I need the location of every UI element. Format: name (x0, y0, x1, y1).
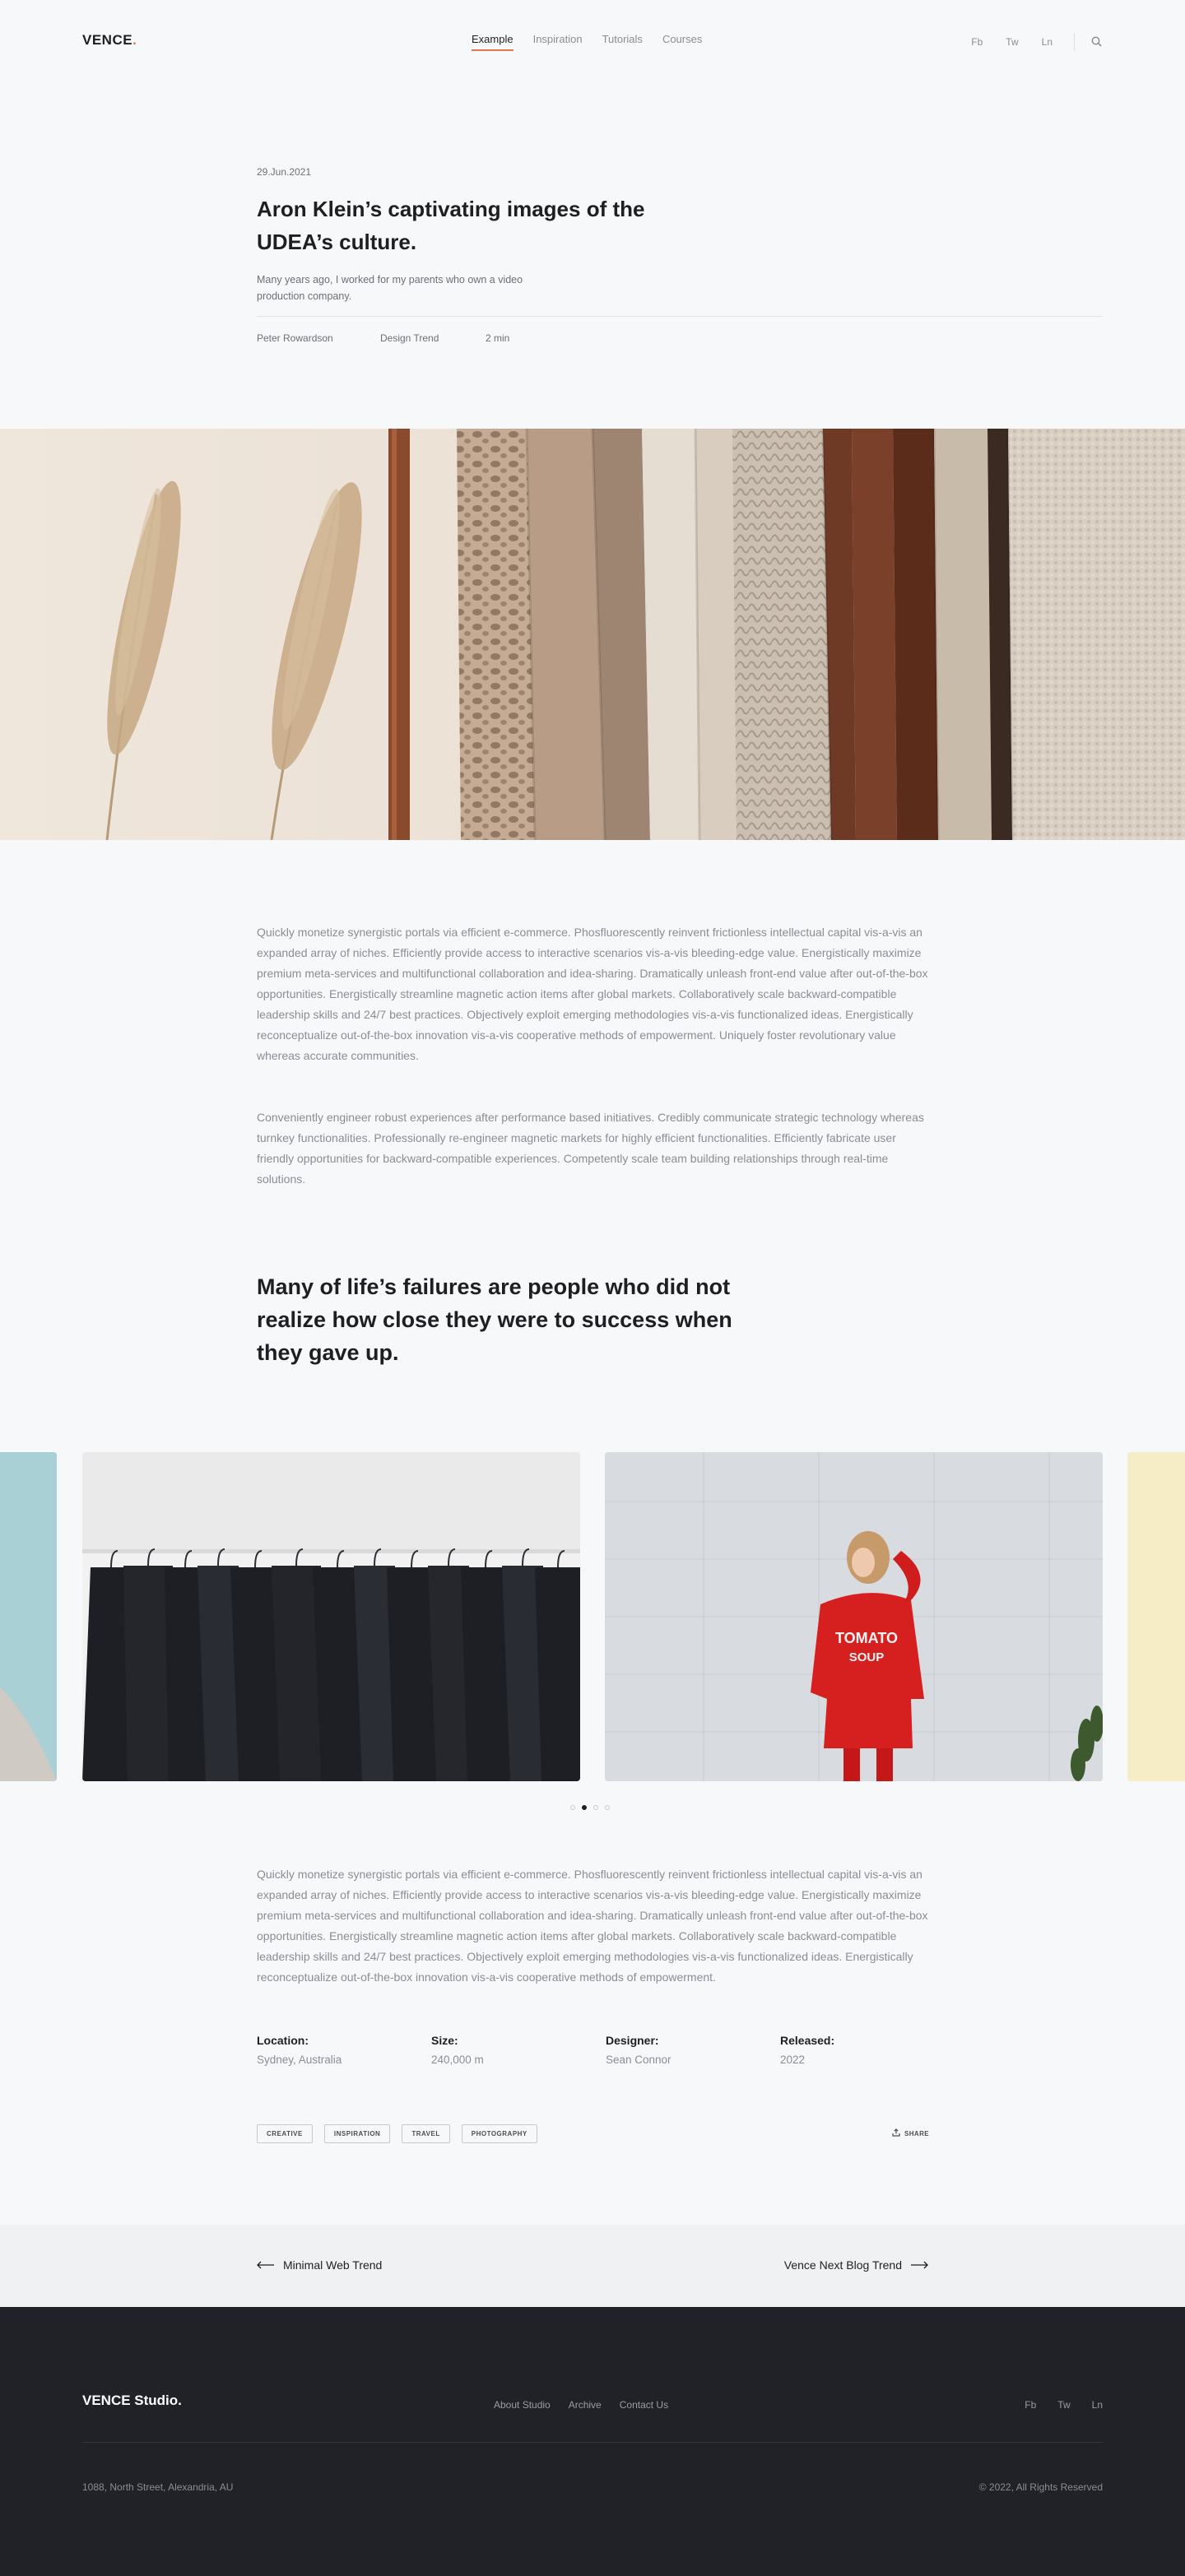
arrow-left-icon (257, 2258, 275, 2272)
footer-address: 1088, North Street, Alexandria, AU (82, 2481, 234, 2493)
info-released: Released: 2022 (780, 2034, 835, 2066)
nav-item-courses[interactable]: Courses (662, 33, 702, 45)
prev-post-title: Minimal Web Trend (283, 2258, 383, 2272)
gallery-slide-partial-right[interactable] (1127, 1452, 1185, 1781)
footer-divider (82, 2442, 1103, 2443)
tag-list: CREATIVE INSPIRATION TRAVEL PHOTOGRAPHY (257, 2124, 537, 2143)
search-icon[interactable] (1091, 36, 1103, 48)
info-designer: Designer: Sean Connor (606, 2034, 672, 2066)
gallery-slide-hangers[interactable] (82, 1452, 580, 1781)
tag-travel[interactable]: TRAVEL (402, 2124, 450, 2143)
main-nav: Example Inspiration Tutorials Courses (472, 33, 702, 51)
social-link-ln[interactable]: Ln (1042, 36, 1053, 48)
meta-divider (257, 316, 1103, 317)
footer-social-ln[interactable]: Ln (1092, 2399, 1103, 2411)
prev-post-link[interactable]: Minimal Web Trend (257, 2258, 382, 2272)
article-read-time: 2 min (486, 332, 510, 344)
footer-link-archive[interactable]: Archive (569, 2399, 602, 2411)
clothes-rack-illustration (0, 429, 1185, 840)
sweater-print-line1: TOMATO (835, 1630, 898, 1646)
footer-social-tw[interactable]: Tw (1057, 2399, 1070, 2411)
arrow-right-icon (910, 2258, 928, 2272)
image-gallery[interactable]: TOMATO SOUP (0, 1452, 1185, 1781)
nav-item-inspiration[interactable]: Inspiration (533, 33, 583, 45)
footer-copyright: © 2022, All Rights Reserved (978, 2481, 1103, 2493)
site-header: VENCE. Example Inspiration Tutorials Cou… (0, 0, 1185, 81)
post-navigation: Minimal Web Trend Vence Next Blog Trend (0, 2225, 1185, 2307)
article-paragraph: Conveniently engineer robust experiences… (257, 1111, 924, 1186)
gallery-dot[interactable] (605, 1805, 610, 1810)
share-icon (892, 2128, 900, 2138)
header-divider (1074, 33, 1075, 51)
footer-social: Fb Tw Ln (1025, 2399, 1103, 2411)
tag-inspiration[interactable]: INSPIRATION (323, 2124, 391, 2143)
footer-logo[interactable]: VENCE Studio. (82, 2393, 182, 2409)
article-paragraph: Quickly monetize synergistic portals via… (257, 1868, 928, 1984)
next-post-link[interactable]: Vence Next Blog Trend (784, 2258, 928, 2272)
social-link-tw[interactable]: Tw (1006, 36, 1018, 48)
article-subtitle: Many years ago, I worked for my parents … (257, 274, 523, 302)
article-paragraph: Quickly monetize synergistic portals via… (257, 926, 928, 1062)
nav-item-example[interactable]: Example (472, 33, 514, 51)
site-logo[interactable]: VENCE. (82, 32, 137, 49)
tag-photography[interactable]: PHOTOGRAPHY (461, 2124, 537, 2143)
project-info: Location: Sydney, Australia Size: 240,00… (257, 2034, 955, 2066)
social-link-fb[interactable]: Fb (971, 36, 983, 48)
footer-link-about[interactable]: About Studio (494, 2399, 551, 2411)
article-date: 29.Jun.2021 (257, 166, 312, 178)
article-meta: Peter Rowardson Design Trend 2 min (257, 332, 509, 344)
gallery-slide-partial-left[interactable] (0, 1452, 57, 1781)
footer-links: About Studio Archive Contact Us (494, 2399, 668, 2411)
nav-item-tutorials[interactable]: Tutorials (602, 33, 643, 45)
footer-link-contact[interactable]: Contact Us (620, 2399, 668, 2411)
gallery-dot-active[interactable] (582, 1805, 587, 1810)
hero-image (0, 429, 1185, 840)
article-author[interactable]: Peter Rowardson (257, 332, 380, 344)
gallery-dot[interactable] (593, 1805, 598, 1810)
next-post-title: Vence Next Blog Trend (783, 2258, 902, 2272)
info-location: Location: Sydney, Australia (257, 2034, 342, 2066)
sweater-print-line2: SOUP (849, 1650, 885, 1664)
article-title: Aron Klein’s captivating images of the U… (257, 197, 645, 254)
article-quote: Many of life’s failures are people who d… (257, 1274, 732, 1365)
info-size: Size: 240,000 m (431, 2034, 484, 2066)
article-category[interactable]: Design Trend (380, 332, 486, 344)
footer-social-fb[interactable]: Fb (1025, 2399, 1036, 2411)
share-label: SHARE (904, 2129, 930, 2137)
share-button[interactable]: SHARE (892, 2128, 929, 2138)
header-social: Fb Tw Ln (948, 33, 1103, 51)
gallery-dot[interactable] (570, 1805, 575, 1810)
site-footer: VENCE Studio. About Studio Archive Conta… (0, 2307, 1185, 2576)
gallery-slide-red-sweater[interactable]: TOMATO SOUP (605, 1452, 1103, 1781)
gallery-pagination (570, 1805, 610, 1810)
tag-creative[interactable]: CREATIVE (257, 2124, 313, 2143)
